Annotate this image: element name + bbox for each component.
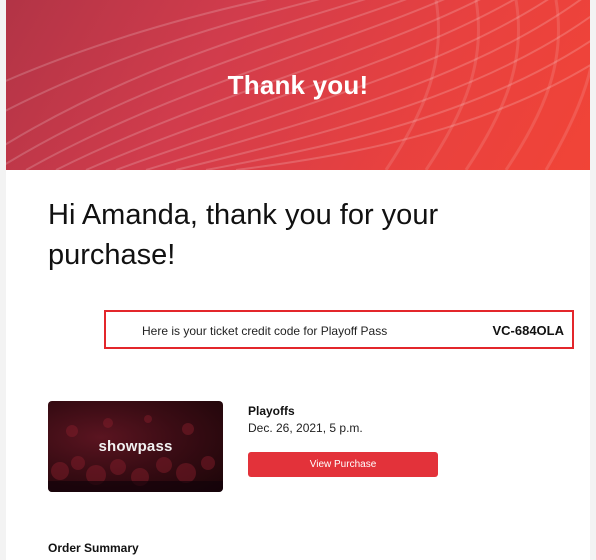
ticket-credit-box: Here is your ticket credit code for Play… — [104, 310, 574, 349]
view-purchase-button[interactable]: View Purchase — [248, 452, 438, 477]
ticket-credit-code: VC-684OLA — [492, 323, 564, 338]
hero-banner: Thank you! — [6, 0, 590, 170]
hero-title: Thank you! — [227, 70, 369, 100]
event-name: Playoffs — [248, 404, 295, 418]
showpass-logo: showpass — [98, 438, 173, 455]
event-image: showpass — [48, 401, 223, 492]
ticket-credit-label: Here is your ticket credit code for Play… — [142, 324, 388, 338]
event-date: Dec. 26, 2021, 5 p.m. — [248, 421, 363, 435]
order-summary-heading: Order Summary — [48, 541, 139, 555]
greeting-heading: Hi Amanda, thank you for your purchase! — [48, 199, 439, 271]
email-body: Thank you! Hi Amanda, thank you for your… — [6, 0, 590, 560]
